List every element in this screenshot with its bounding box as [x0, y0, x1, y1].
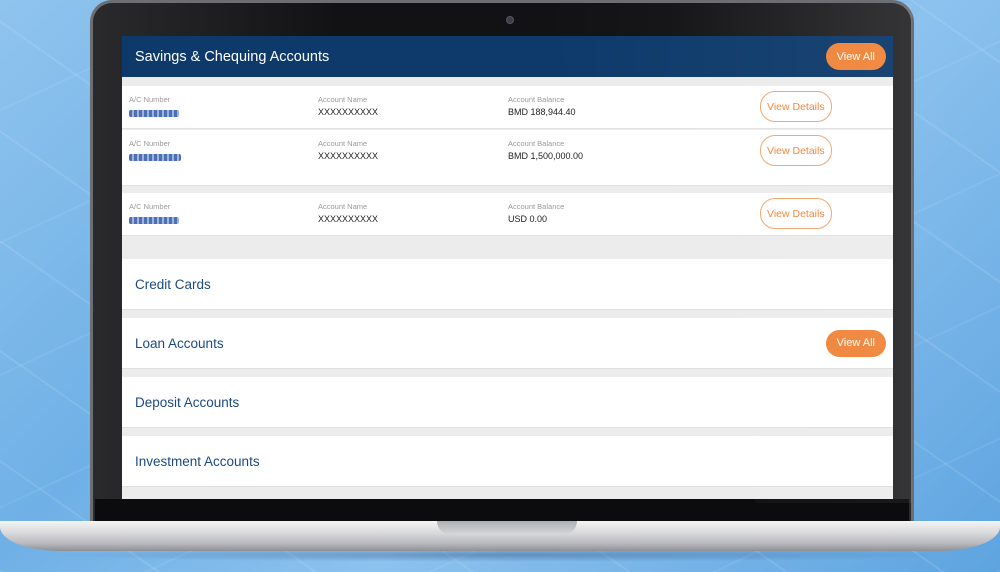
account-balance-label: Account Balance — [508, 95, 565, 104]
loan-view-all-button[interactable]: View All — [825, 329, 886, 357]
account-balance-label: Account Balance — [508, 202, 565, 211]
account-name-label: Account Name — [318, 139, 368, 148]
view-details-button[interactable]: View Details — [760, 135, 832, 166]
savings-title: Savings & Chequing Accounts — [135, 48, 330, 65]
loan-accounts-section[interactable]: Loan Accounts View All — [122, 318, 893, 369]
account-balance: BMD 188,944.40 — [508, 107, 576, 117]
account-name: XXXXXXXXXX — [318, 214, 379, 224]
view-details-button[interactable]: View Details — [760, 91, 832, 122]
account-name: XXXXXXXXXX — [318, 151, 379, 161]
ac-number-masked — [129, 154, 181, 161]
ac-number-label: A/C Number — [129, 95, 171, 104]
camera-icon — [506, 16, 514, 24]
savings-view-all-button[interactable]: View All — [825, 43, 886, 70]
laptop-notch — [437, 521, 577, 535]
account-name-label: Account Name — [318, 95, 368, 104]
ac-number-label: A/C Number — [129, 139, 171, 148]
credit-cards-section[interactable]: Credit Cards — [122, 259, 893, 310]
deposit-accounts-title: Deposit Accounts — [135, 394, 240, 410]
app-screen: Savings & Chequing Accounts View All A/C… — [122, 36, 893, 499]
account-balance-label: Account Balance — [508, 139, 565, 148]
account-list: A/C Number Account Name XXXXXXXXXX Accou… — [122, 86, 893, 236]
account-balance: USD 0.00 — [508, 214, 548, 224]
credit-cards-title: Credit Cards — [135, 276, 211, 292]
ac-number-masked — [129, 217, 179, 224]
loan-accounts-title: Loan Accounts — [135, 335, 224, 351]
account-name-label: Account Name — [318, 202, 368, 211]
account-name: XXXXXXXXXX — [318, 107, 379, 117]
ac-number-label: A/C Number — [129, 202, 171, 211]
account-row: A/C Number Account Name XXXXXXXXXX Accou… — [122, 130, 893, 186]
investment-accounts-section[interactable]: Investment Accounts — [122, 436, 893, 487]
ac-number-masked — [129, 110, 179, 117]
account-row: A/C Number Account Name XXXXXXXXXX Accou… — [122, 86, 893, 129]
account-balance: BMD 1,500,000.00 — [508, 151, 584, 161]
savings-header: Savings & Chequing Accounts View All — [122, 36, 893, 77]
investment-accounts-title: Investment Accounts — [135, 453, 260, 469]
deposit-accounts-section[interactable]: Deposit Accounts — [122, 377, 893, 428]
view-details-button[interactable]: View Details — [760, 198, 832, 229]
account-row: A/C Number Account Name XXXXXXXXXX Accou… — [122, 193, 893, 236]
